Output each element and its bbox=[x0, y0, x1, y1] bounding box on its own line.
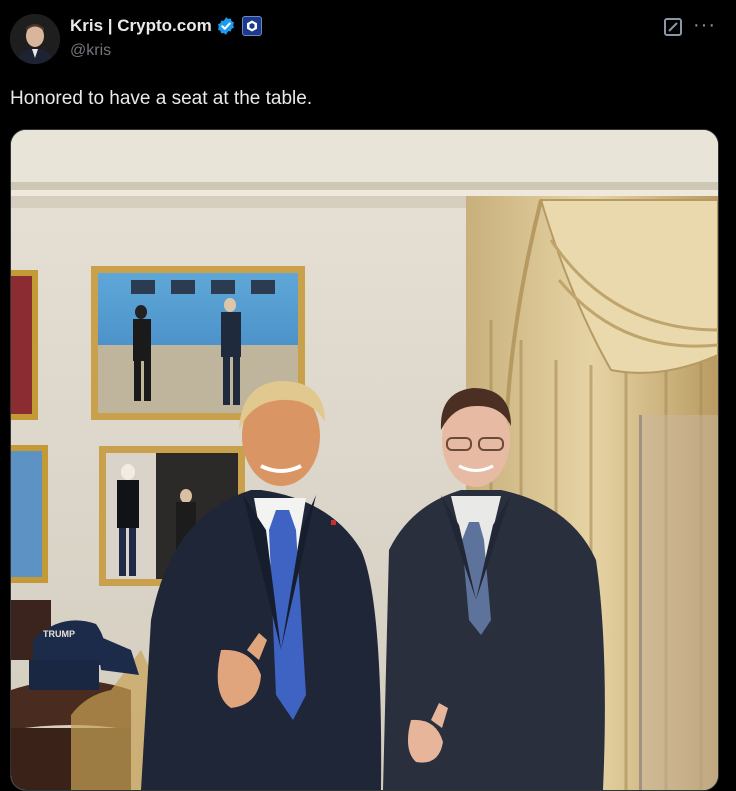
author-handle[interactable]: @kris bbox=[70, 42, 111, 60]
tweet-text: Honored to have a seat at the table. bbox=[10, 88, 313, 109]
verified-badge-icon[interactable] bbox=[216, 16, 236, 36]
author-display-name[interactable]: Kris | Crypto.com bbox=[70, 16, 212, 36]
tweet-photo[interactable]: TRUMP bbox=[10, 129, 719, 791]
affiliation-badge-icon[interactable] bbox=[241, 16, 262, 36]
author-avatar[interactable] bbox=[10, 14, 60, 64]
tweet-header: Kris | Crypto.com @kris ··· bbox=[10, 12, 726, 66]
hat-text: TRUMP bbox=[43, 629, 75, 639]
grok-icon[interactable] bbox=[664, 18, 682, 36]
more-options-icon[interactable]: ··· bbox=[693, 14, 716, 37]
author-name-row: Kris | Crypto.com bbox=[70, 16, 262, 36]
